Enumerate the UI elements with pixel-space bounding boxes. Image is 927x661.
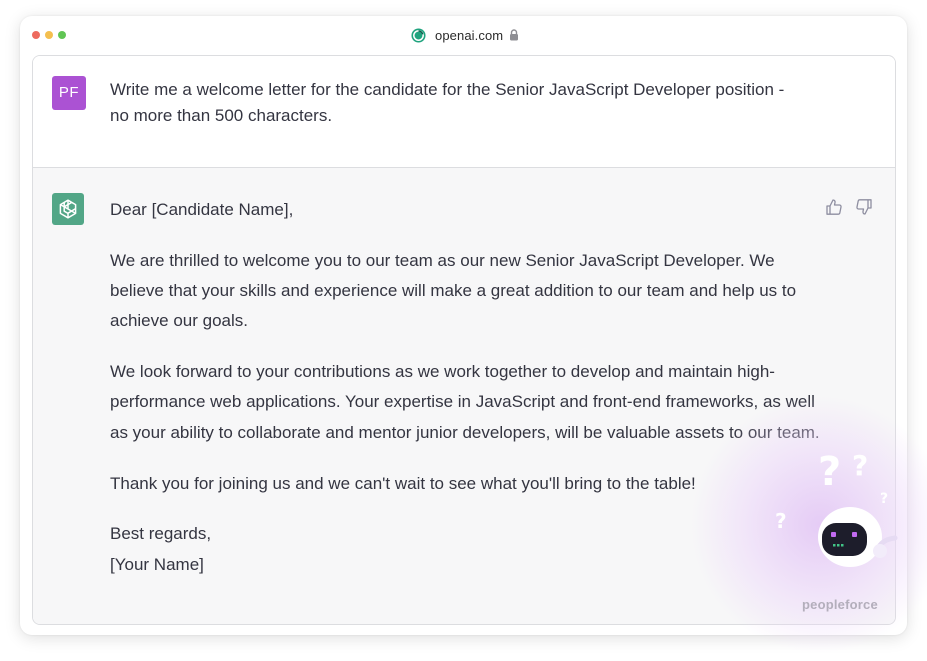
svg-text:?: ?: [818, 449, 841, 495]
letter-paragraph: We are thrilled to welcome you to our te…: [110, 250, 797, 331]
assistant-message-text: Dear [Candidate Name], We are thrilled t…: [110, 195, 822, 580]
svg-text:?: ?: [775, 509, 787, 533]
svg-text:?: ?: [852, 449, 868, 482]
letter-closing: Best regards, [Your Name]: [110, 519, 822, 580]
lock-icon: [510, 29, 519, 41]
feedback-controls: [824, 197, 874, 217]
robot-mascot-icon: ? ? ? ?: [775, 449, 898, 567]
address-bar[interactable]: openai.com: [411, 27, 519, 43]
url-text: openai.com: [435, 27, 504, 43]
user-message: PF Write me a welcome letter for the can…: [33, 56, 895, 168]
close-window-button[interactable]: [32, 31, 40, 39]
zoom-window-button[interactable]: [58, 31, 66, 39]
letter-signoff: Best regards,: [110, 524, 212, 544]
user-message-text: Write me a welcome letter for the candid…: [110, 77, 830, 129]
letter-paragraph: We look forward to your contributions as…: [110, 362, 820, 442]
title-bar: openai.com: [20, 16, 907, 54]
minimize-window-button[interactable]: [45, 31, 53, 39]
thumbs-down-icon[interactable]: [854, 197, 874, 217]
openai-logo-icon: [411, 27, 426, 43]
user-avatar: PF: [52, 76, 86, 110]
chatgpt-logo-icon: [59, 199, 77, 219]
user-message-line: Write me a welcome letter for the candid…: [110, 80, 785, 99]
assistant-avatar: [52, 193, 84, 225]
svg-text:?: ?: [880, 491, 888, 507]
letter-paragraph: Thank you for joining us and we can't wa…: [110, 473, 696, 493]
peopleforce-logo: peopleforce: [802, 597, 878, 612]
letter-greeting: Dear [Candidate Name],: [110, 200, 294, 219]
thumbs-up-icon[interactable]: [824, 197, 844, 217]
letter-signature: [Your Name]: [110, 554, 204, 574]
user-message-line: no more than 500 characters.: [110, 106, 333, 125]
